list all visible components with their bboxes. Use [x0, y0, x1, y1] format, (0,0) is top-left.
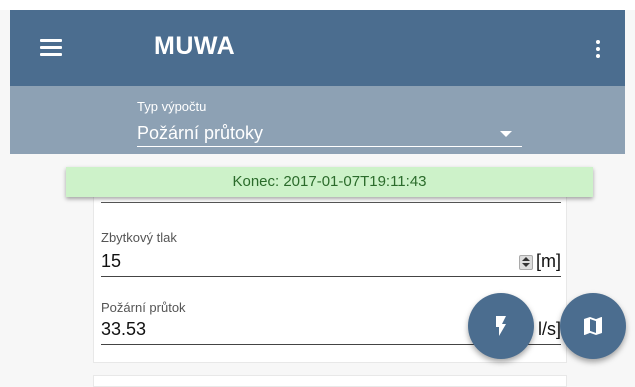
calculation-type-select[interactable]: Požární průtoky	[137, 120, 522, 147]
map-button[interactable]	[560, 293, 626, 359]
app-bar: MUWA	[10, 10, 625, 86]
number-spinner-icon[interactable]	[519, 255, 533, 270]
app-title: MUWA	[154, 32, 236, 60]
residual-pressure-value: 15	[101, 251, 122, 271]
more-vert-icon[interactable]	[593, 38, 603, 60]
calculation-type-label: Typ výpočtu	[137, 99, 207, 114]
previous-field-underline	[101, 202, 561, 203]
calculation-type-bar: Typ výpočtu Požární průtoky	[10, 86, 625, 154]
residual-pressure-label: Zbytkový tlak	[101, 230, 177, 245]
map-icon	[584, 317, 602, 335]
calculate-button[interactable]	[468, 293, 534, 359]
residual-pressure-field[interactable]: 15 [m]	[101, 246, 561, 277]
residual-pressure-unit: [m]	[536, 251, 561, 271]
calculation-type-value: Požární průtoky	[137, 123, 264, 143]
fire-flow-unit: l/s]	[537, 319, 561, 339]
fire-flow-value: 33.53	[101, 319, 147, 339]
top-edge	[0, 0, 635, 10]
fire-flow-label: Požární průtok	[101, 300, 186, 315]
next-card	[93, 375, 567, 387]
dropdown-arrow-icon	[500, 131, 512, 137]
menu-icon[interactable]	[40, 39, 64, 57]
status-banner: Konec: 2017-01-07T19:11:43	[66, 167, 593, 197]
flash-icon	[496, 316, 506, 336]
